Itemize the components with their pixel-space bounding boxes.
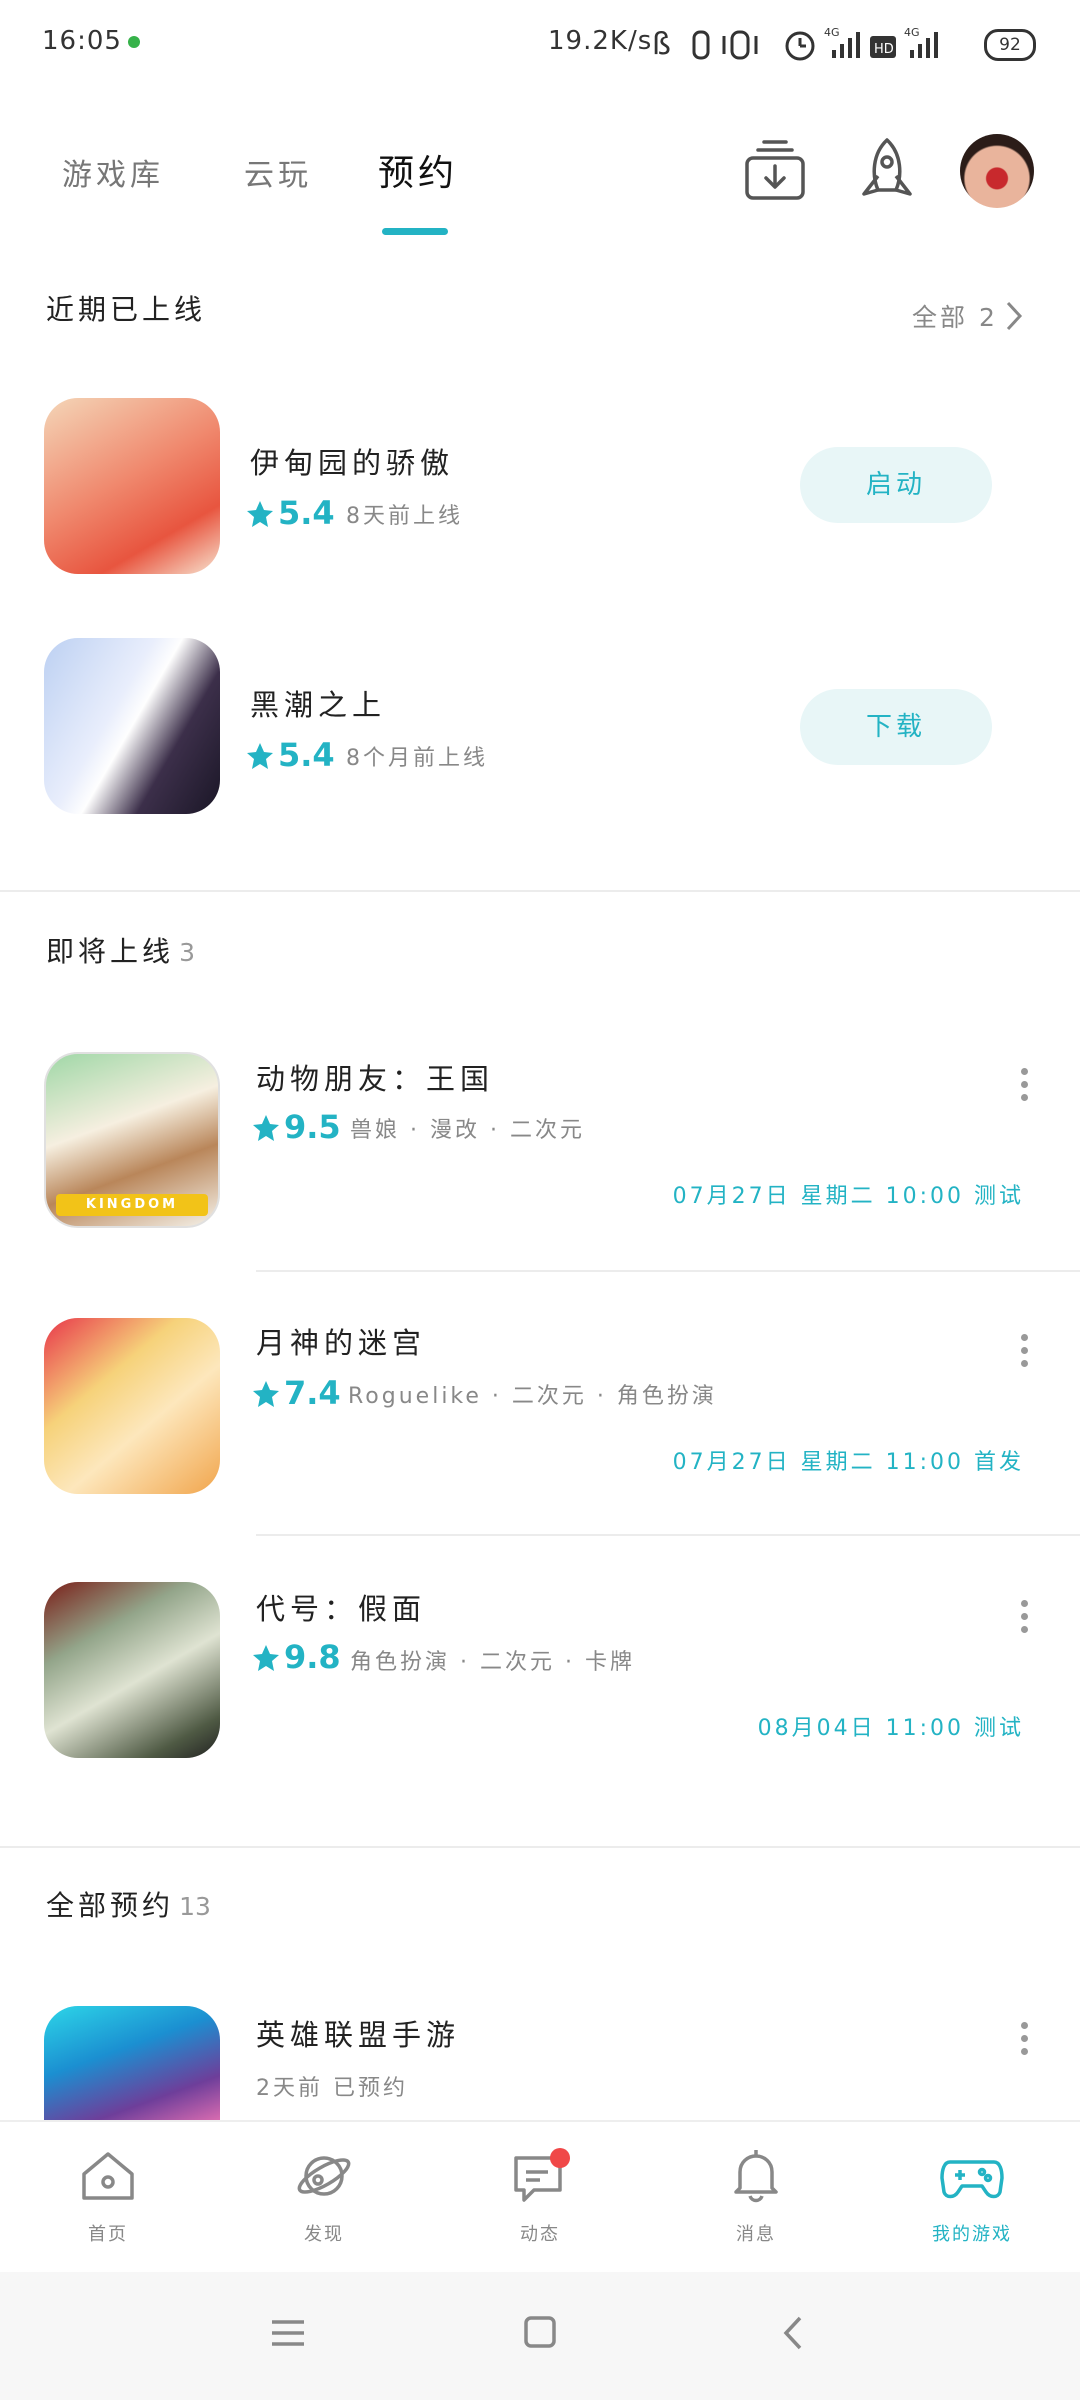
nav-label: 消息	[736, 2224, 776, 2245]
nav-label: 首页	[88, 2224, 128, 2245]
notification-badge	[550, 2148, 570, 2168]
game-tags: 兽娘 · 漫改 · 二次元	[350, 1118, 585, 1143]
menu-icon[interactable]	[268, 2316, 308, 2350]
home-icon	[82, 2152, 134, 2200]
star-icon	[253, 1381, 279, 1407]
section-divider	[0, 1846, 1080, 1848]
launch-button[interactable]: 启动	[800, 447, 992, 523]
game-tags: 角色扮演 · 二次元 · 卡牌	[350, 1650, 635, 1675]
svg-text:4G: 4G	[824, 26, 840, 39]
section-count: 13	[179, 1892, 211, 1921]
game-icon-eden[interactable]	[44, 398, 220, 574]
row-divider	[256, 1270, 1080, 1272]
section-title-recent: 近期已上线	[46, 293, 207, 326]
icon-banner-text: KINGDOM	[56, 1194, 208, 1216]
game-tags: Roguelike · 二次元 · 角色扮演	[348, 1384, 717, 1409]
game-name[interactable]: 代号：假面	[256, 1586, 426, 1628]
game-icon-black-tide[interactable]	[44, 638, 220, 814]
network-speed: 19.2K/s	[548, 26, 653, 56]
game-meta: 2天前 已预约	[256, 2076, 408, 2101]
bell-icon	[734, 2150, 778, 2203]
game-name[interactable]: 黑潮之上	[250, 682, 386, 724]
back-icon[interactable]	[778, 2314, 808, 2352]
tab-reservations[interactable]: 预约	[378, 144, 458, 196]
notification-icon	[128, 36, 140, 48]
more-options-icon[interactable]	[1021, 2022, 1029, 2056]
section-header-upcoming: 即将上线 3	[46, 930, 195, 970]
section-title-upcoming: 即将上线	[46, 935, 175, 968]
section-count: 3	[179, 938, 196, 967]
nav-messages[interactable]: 消息	[676, 2148, 836, 2246]
section-title-all-reserved: 全部预约	[46, 1889, 175, 1922]
game-name[interactable]: 伊甸园的骄傲	[250, 440, 454, 482]
game-meta: 8天前上线	[346, 504, 463, 529]
star-icon	[253, 1645, 279, 1671]
tab-cloud-play[interactable]: 云玩	[244, 150, 312, 194]
download-button[interactable]: 下载	[800, 689, 992, 765]
nav-label: 发现	[304, 2224, 344, 2245]
game-rating: 5.4	[278, 494, 335, 532]
more-options-icon[interactable]	[1021, 1334, 1029, 1368]
view-all-link[interactable]: 全部 2	[912, 298, 998, 334]
status-icons: ß 4G HD 4G	[652, 26, 938, 62]
more-options-icon[interactable]	[1021, 1600, 1029, 1634]
game-icon-kemono-friends[interactable]: KINGDOM	[44, 1052, 220, 1228]
nav-my-games[interactable]: 我的游戏	[892, 2148, 1052, 2246]
star-icon	[253, 1115, 279, 1141]
rocket-icon[interactable]	[852, 136, 922, 206]
game-meta: 8个月前上线	[346, 746, 488, 771]
status-time: 16:05	[42, 26, 122, 56]
nav-feed[interactable]: 动态	[460, 2148, 620, 2246]
star-icon	[247, 743, 273, 769]
gamepad-icon	[940, 2160, 1004, 2199]
nav-discover[interactable]: 发现	[244, 2148, 404, 2246]
battery-indicator: 92	[984, 29, 1036, 61]
release-date: 07月27日 星期二 10:00 测试	[672, 1184, 1024, 1209]
game-rating: 5.4	[278, 736, 335, 774]
game-name[interactable]: 动物朋友：王国	[256, 1056, 494, 1098]
game-icon-league-of-legends[interactable]	[44, 2006, 220, 2120]
release-date: 08月04日 11:00 测试	[757, 1716, 1024, 1741]
nav-label: 动态	[520, 2224, 560, 2245]
game-name[interactable]: 月神的迷宫	[256, 1320, 426, 1362]
game-rating: 9.8	[284, 1638, 341, 1676]
star-icon	[247, 501, 273, 527]
row-divider	[256, 1534, 1080, 1536]
active-tab-indicator	[382, 228, 448, 235]
planet-icon	[297, 2156, 351, 2196]
game-icon-codename-mask[interactable]	[44, 1582, 220, 1758]
status-bar: 16:05 19.2K/s ß 4G HD 4G 92	[0, 0, 1080, 90]
tab-game-library[interactable]: 游戏库	[62, 150, 164, 194]
game-icon-moon-maze[interactable]	[44, 1318, 220, 1494]
svg-text:4G: 4G	[904, 26, 920, 39]
more-options-icon[interactable]	[1021, 1068, 1029, 1102]
game-name[interactable]: 英雄联盟手游	[256, 2012, 460, 2054]
nav-home[interactable]: 首页	[28, 2148, 188, 2246]
svg-text:HD: HD	[874, 42, 894, 57]
section-divider	[0, 890, 1080, 892]
game-rating: 9.5	[284, 1108, 341, 1146]
system-navigation-bar	[0, 2272, 1080, 2400]
user-avatar[interactable]	[960, 134, 1034, 208]
chevron-right-icon[interactable]	[1004, 300, 1024, 332]
home-square-icon[interactable]	[522, 2314, 558, 2350]
svg-text:ß: ß	[652, 27, 671, 62]
bottom-navigation: 首页 发现 动态 消息 我的游戏	[0, 2120, 1080, 2272]
release-date: 07月27日 星期二 11:00 首发	[672, 1450, 1024, 1475]
game-rating: 7.4	[284, 1374, 341, 1412]
section-header-all-reserved: 全部预约 13	[46, 1884, 211, 1924]
nav-label: 我的游戏	[932, 2224, 1012, 2245]
download-manager-icon[interactable]	[742, 138, 808, 204]
